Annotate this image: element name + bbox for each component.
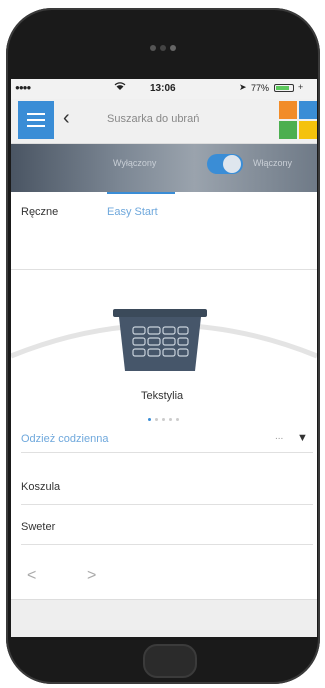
on-label: Włączony [253, 158, 293, 168]
hamburger-icon[interactable] [18, 101, 54, 139]
pager-dot[interactable] [148, 418, 151, 421]
program-select[interactable]: Odzież codzienna ... ▼ [11, 427, 317, 453]
signal-icon: ●●●● [15, 83, 31, 92]
location-arrow-icon: ➤ [239, 82, 247, 92]
divider [21, 452, 313, 453]
mode-tabs: Ręczne Easy Start [11, 192, 317, 230]
home-button[interactable] [143, 644, 197, 678]
charging-icon: + [298, 82, 304, 92]
status-bar: ●●●● 13:06 ➤ 77% + [11, 79, 317, 99]
active-tab-indicator [107, 192, 175, 194]
program-value: Odzież codzienna [21, 433, 109, 445]
tab-manual[interactable]: Ręczne [21, 206, 58, 218]
off-label: Wyłączony [113, 158, 157, 168]
pager: < > [11, 563, 317, 593]
tab-easy-start[interactable]: Easy Start [107, 206, 158, 218]
pager-dots [148, 408, 183, 421]
caret-down-icon[interactable]: ▼ [297, 432, 308, 444]
divider [21, 544, 313, 545]
category-label: Tekstylia [141, 390, 184, 402]
bottom-bar [11, 599, 317, 637]
power-toggle[interactable] [207, 154, 243, 174]
app-screen: ●●●● 13:06 ➤ 77% + ‹ Suszarka do ubrań W… [11, 79, 317, 637]
page-title: Suszarka do ubrań [107, 113, 200, 125]
divider [11, 269, 317, 270]
list-item[interactable]: Sweter [11, 509, 317, 545]
battery-icon [274, 84, 294, 92]
camera-icon [150, 42, 184, 54]
list-item[interactable]: Koszula [11, 469, 317, 505]
appliance-banner: Wyłączony Włączony [11, 144, 317, 192]
wifi-icon [114, 80, 126, 94]
next-icon[interactable]: > [87, 567, 96, 585]
nav-bar: ‹ Suszarka do ubrań [11, 99, 317, 144]
toggle-knob [223, 155, 241, 173]
list-item-label: Sweter [21, 521, 56, 533]
pager-dot[interactable] [169, 418, 172, 421]
battery-percent: 77% [251, 83, 270, 93]
divider [21, 504, 313, 505]
list-item-label: Koszula [21, 481, 61, 493]
pager-dot[interactable] [162, 418, 165, 421]
chevron-left-icon[interactable]: ‹ [63, 106, 81, 130]
prev-icon[interactable]: < [27, 567, 36, 585]
basket-icon [113, 309, 207, 371]
app-tiles-icon[interactable] [279, 101, 317, 139]
status-time: 13:06 [150, 83, 176, 94]
more-icon[interactable]: ... [275, 431, 283, 442]
pager-dot[interactable] [176, 418, 179, 421]
pager-dot[interactable] [155, 418, 158, 421]
